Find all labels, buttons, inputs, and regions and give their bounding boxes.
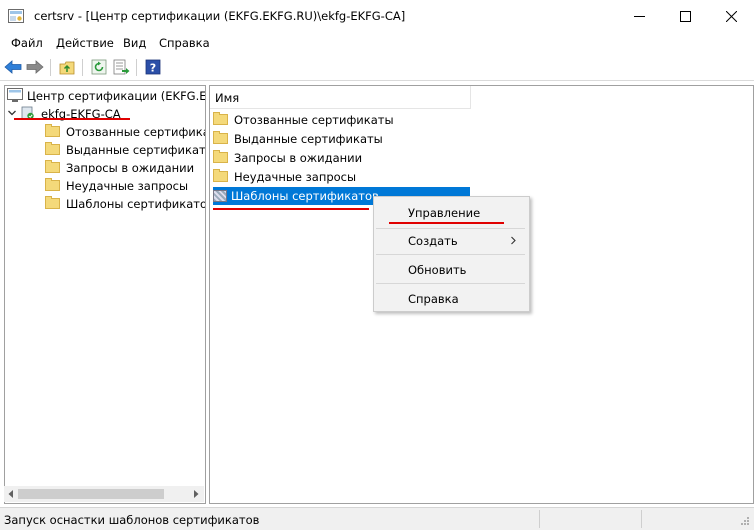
tree-item-issued[interactable]: Выданные сертификаты [45,141,206,159]
status-text: Запуск оснастки шаблонов сертификатов [4,513,260,527]
toolbar-separator [136,59,137,76]
list-item-failed[interactable]: Неудачные запросы [213,168,356,186]
list-item-issued[interactable]: Выданные сертификаты [213,130,383,148]
menu-bar: Файл Действие Вид Справка [0,33,754,54]
tree-item-templates[interactable]: Шаблоны сертификатов [45,195,206,213]
tree-item-label: Отозванные сертификаты [66,125,205,139]
folder-icon [45,160,60,173]
tree-ca-node[interactable]: ekfg-EKFG-CA [7,105,121,123]
back-button[interactable] [4,58,22,76]
context-menu-create[interactable]: Создать [408,234,458,248]
minimize-button[interactable] [616,0,662,33]
tree-item-revoked[interactable]: Отозванные сертификаты [45,123,205,141]
certificate-templates-icon [213,190,227,202]
chevron-down-icon[interactable] [7,108,17,118]
tree-root-label: Центр сертификации (EKFG.EKFG.RU) [27,89,206,103]
tree-item-label: Запросы в ожидании [66,161,195,175]
folder-icon [213,169,228,182]
tree-item-label: Выданные сертификаты [66,143,206,157]
tree-item-pending[interactable]: Запросы в ожидании [45,159,194,177]
back-arrow-icon [4,60,22,74]
menu-view[interactable]: Вид [123,36,146,50]
menu-separator [376,283,525,284]
folder-icon [213,131,228,144]
chevron-right-icon [511,236,516,245]
annotation-underline-templates [213,208,369,210]
folder-icon [45,178,60,191]
annotation-underline-manage [389,222,504,224]
tree-item-failed[interactable]: Неудачные запросы [45,177,188,195]
toolbar: ? [0,55,754,81]
toolbar-separator [82,59,83,76]
status-divider [641,510,642,528]
status-divider [539,510,540,528]
forward-button[interactable] [26,58,44,76]
column-header-label: Имя [215,91,240,105]
refresh-icon [91,59,107,75]
export-list-button[interactable] [112,58,130,76]
up-folder-icon [59,61,75,74]
list-item-label: Шаблоны сертификатов [231,189,379,203]
folder-icon [213,150,228,163]
context-menu-refresh[interactable]: Обновить [408,263,466,277]
list-item-revoked[interactable]: Отозванные сертификаты [213,111,394,129]
context-menu: Управление Создать Обновить Справка [373,196,530,312]
folder-icon [45,124,60,137]
title-bar[interactable]: certsrv - [Центр сертификации (EKFG.EKFG… [0,0,754,34]
close-icon [725,11,737,22]
list-item-label: Запросы в ожидании [234,151,363,165]
folder-icon [45,142,60,155]
scroll-left-icon[interactable] [7,490,15,498]
help-button[interactable]: ? [144,58,162,76]
menu-action[interactable]: Действие [56,36,114,50]
certsrv-app-icon [8,9,24,23]
tree-pane[interactable]: Центр сертификации (EKFG.EKFG.RU) ekfg-E… [4,85,206,504]
forward-arrow-icon [26,60,44,74]
list-item-label: Выданные сертификаты [234,132,383,146]
list-item-label: Отозванные сертификаты [234,113,394,127]
list-item-pending[interactable]: Запросы в ожидании [213,149,362,167]
folder-icon [213,112,228,125]
menu-file[interactable]: Файл [11,36,43,50]
minimize-icon [633,16,645,17]
folder-icon [45,196,60,209]
refresh-button[interactable] [90,58,108,76]
status-bar: Запуск оснастки шаблонов сертификатов [0,507,754,530]
menu-help[interactable]: Справка [159,36,210,50]
svg-text:?: ? [150,62,156,75]
menu-separator [376,228,525,229]
tree-item-label: Неудачные запросы [66,179,189,193]
tree-item-label: Шаблоны сертификатов [66,197,206,211]
export-list-icon [113,59,129,75]
column-header-name[interactable]: Имя [210,86,471,109]
tree-root-node[interactable]: Центр сертификации (EKFG.EKFG.RU) [7,87,206,105]
toolbar-separator [50,59,51,76]
maximize-icon [679,11,691,22]
context-menu-manage[interactable]: Управление [408,206,480,220]
up-folder-button[interactable] [58,58,76,76]
context-menu-help[interactable]: Справка [408,292,459,306]
scroll-right-icon[interactable] [192,490,200,498]
window-title: certsrv - [Центр сертификации (EKFG.EKFG… [34,9,406,23]
maximize-button[interactable] [662,0,708,33]
ca-root-icon [7,88,23,102]
help-icon: ? [145,59,161,75]
annotation-underline-ca [14,118,130,120]
menu-separator [376,254,525,255]
horizontal-scrollbar[interactable] [4,486,204,502]
resize-grip-icon[interactable] [738,516,750,528]
list-item-label: Неудачные запросы [234,170,357,184]
close-button[interactable] [708,0,754,33]
scrollbar-thumb[interactable] [18,489,164,499]
